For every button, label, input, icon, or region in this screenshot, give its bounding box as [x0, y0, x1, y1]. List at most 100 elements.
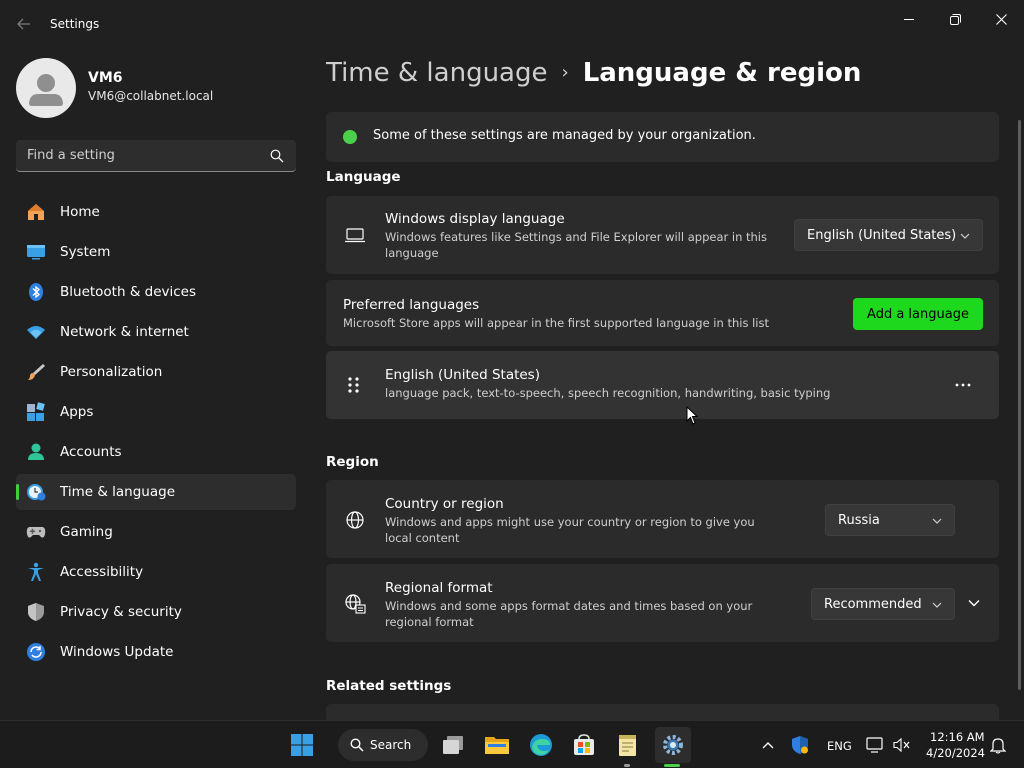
sidebar-item-gaming[interactable]: Gaming [16, 514, 296, 550]
volume-tray-button[interactable] [888, 729, 916, 761]
section-title-region: Region [326, 454, 379, 470]
back-button[interactable] [10, 12, 38, 36]
mouse-cursor-icon [686, 406, 698, 425]
more-horizontal-icon [955, 383, 971, 387]
close-button[interactable] [978, 4, 1024, 34]
notice-text: Some of these settings are managed by yo… [373, 128, 756, 143]
profile-name: VM6 [88, 70, 123, 86]
regional-format-dropdown[interactable]: Recommended [811, 588, 955, 620]
folder-icon [485, 737, 509, 754]
search-box [16, 140, 296, 172]
edge-browser-button[interactable] [524, 729, 558, 761]
sidebar-item-label: Network & internet [60, 324, 189, 340]
defender-shield-icon [792, 736, 808, 754]
defender-tray-button[interactable] [784, 729, 816, 761]
preferred-languages-title: Preferred languages [343, 297, 480, 313]
sidebar-item-apps[interactable]: Apps [16, 394, 296, 430]
task-view-button[interactable] [436, 729, 470, 761]
related-settings-card[interactable] [326, 704, 999, 720]
restore-icon [949, 13, 961, 25]
sidebar-item-network[interactable]: Network & internet [16, 314, 296, 350]
language-entry-english[interactable]: English (United States) language pack, t… [326, 351, 999, 419]
notepad-button[interactable] [611, 729, 645, 761]
sidebar-item-home[interactable]: Home [16, 194, 296, 230]
sidebar-item-accounts[interactable]: Accounts [16, 434, 296, 470]
app-title: Settings [50, 17, 100, 31]
sidebar-item-label: Home [60, 204, 100, 220]
sidebar-item-time-language[interactable]: Time & language [16, 474, 296, 510]
network-tray-button[interactable] [860, 729, 890, 761]
system-icon [27, 245, 45, 260]
sidebar-item-label: Bluetooth & devices [60, 284, 197, 300]
drag-handle-icon[interactable] [346, 375, 362, 395]
country-region-title: Country or region [385, 496, 504, 512]
globe-icon [346, 511, 364, 529]
more-options-button[interactable] [951, 375, 975, 395]
show-hidden-icons-button[interactable] [752, 729, 784, 761]
preferred-languages-description: Microsoft Store apps will appear in the … [343, 316, 769, 330]
windows-logo-icon [291, 734, 313, 756]
clock-date[interactable]: 4/20/2024 [926, 746, 985, 760]
time-language-icon [27, 484, 46, 501]
dropdown-value: English (United States) [807, 228, 957, 243]
taskbar-search[interactable]: Search [338, 729, 428, 761]
close-icon [995, 13, 1007, 25]
restore-button[interactable] [932, 4, 978, 34]
page-title: Language & region [582, 58, 862, 88]
breadcrumb-parent[interactable]: Time & language [326, 58, 547, 88]
sidebar-item-bluetooth[interactable]: Bluetooth & devices [16, 274, 296, 310]
store-icon [574, 734, 594, 755]
sidebar: VM6 VM6@collabnet.local Home System Blue… [0, 48, 310, 720]
search-input[interactable] [16, 140, 266, 171]
notifications-button[interactable] [984, 729, 1012, 761]
expand-chevron-icon[interactable] [968, 598, 980, 608]
file-explorer-button[interactable] [480, 729, 514, 761]
display-language-title: Windows display language [385, 211, 565, 227]
section-title-language: Language [326, 169, 401, 185]
minimize-icon [903, 18, 914, 20]
display-language-description: Windows features like Settings and File … [385, 230, 767, 260]
sidebar-item-label: Gaming [60, 524, 113, 540]
sidebar-item-system[interactable]: System [16, 234, 296, 270]
scrollbar[interactable] [1018, 120, 1021, 690]
dropdown-value: Russia [838, 513, 880, 528]
sidebar-item-label: Accessibility [60, 564, 144, 580]
sidebar-item-privacy[interactable]: Privacy & security [16, 594, 296, 630]
regional-format-card[interactable]: Regional format Windows and some apps fo… [326, 564, 999, 642]
sidebar-item-label: System [60, 244, 111, 260]
display-language-dropdown[interactable]: English (United States) [794, 219, 983, 251]
search-icon[interactable] [270, 149, 284, 163]
chevron-down-icon [932, 602, 942, 608]
task-view-icon [443, 736, 463, 754]
sidebar-item-accessibility[interactable]: Accessibility [16, 554, 296, 590]
profile[interactable]: VM6 VM6@collabnet.local [16, 58, 296, 118]
input-language-indicator[interactable]: ENG [827, 739, 852, 753]
sidebar-item-label: Privacy & security [60, 604, 182, 620]
bluetooth-icon [29, 283, 43, 301]
breadcrumb: Time & language › Language & region [326, 58, 861, 88]
main-content: Time & language › Language & region Some o… [326, 48, 1006, 720]
user-icon [29, 74, 63, 106]
sidebar-item-label: Personalization [60, 364, 163, 380]
start-button[interactable] [285, 729, 319, 761]
update-icon [27, 643, 45, 661]
minimize-button[interactable] [886, 4, 932, 34]
notepad-icon [619, 735, 636, 756]
sidebar-item-windows-update[interactable]: Windows Update [16, 634, 296, 670]
add-language-button[interactable]: Add a language [853, 298, 983, 330]
taskbar-search-label: Search [370, 738, 412, 752]
country-region-dropdown[interactable]: Russia [825, 504, 955, 536]
store-button[interactable] [567, 729, 601, 761]
clock-time[interactable]: 12:16 AM [930, 730, 985, 744]
settings-taskbar-button[interactable] [655, 727, 691, 763]
accounts-icon [28, 443, 44, 460]
chevron-up-icon [762, 742, 774, 749]
sidebar-item-personalization[interactable]: Personalization [16, 354, 296, 390]
running-indicator [624, 764, 630, 767]
speaker-muted-icon [893, 737, 910, 753]
preferred-languages-card: Preferred languages Microsoft Store apps… [326, 280, 999, 346]
country-region-card: Country or region Windows and apps might… [326, 480, 999, 558]
edge-icon [530, 734, 552, 756]
chevron-right-icon: › [561, 62, 569, 83]
accessibility-icon [28, 562, 44, 581]
